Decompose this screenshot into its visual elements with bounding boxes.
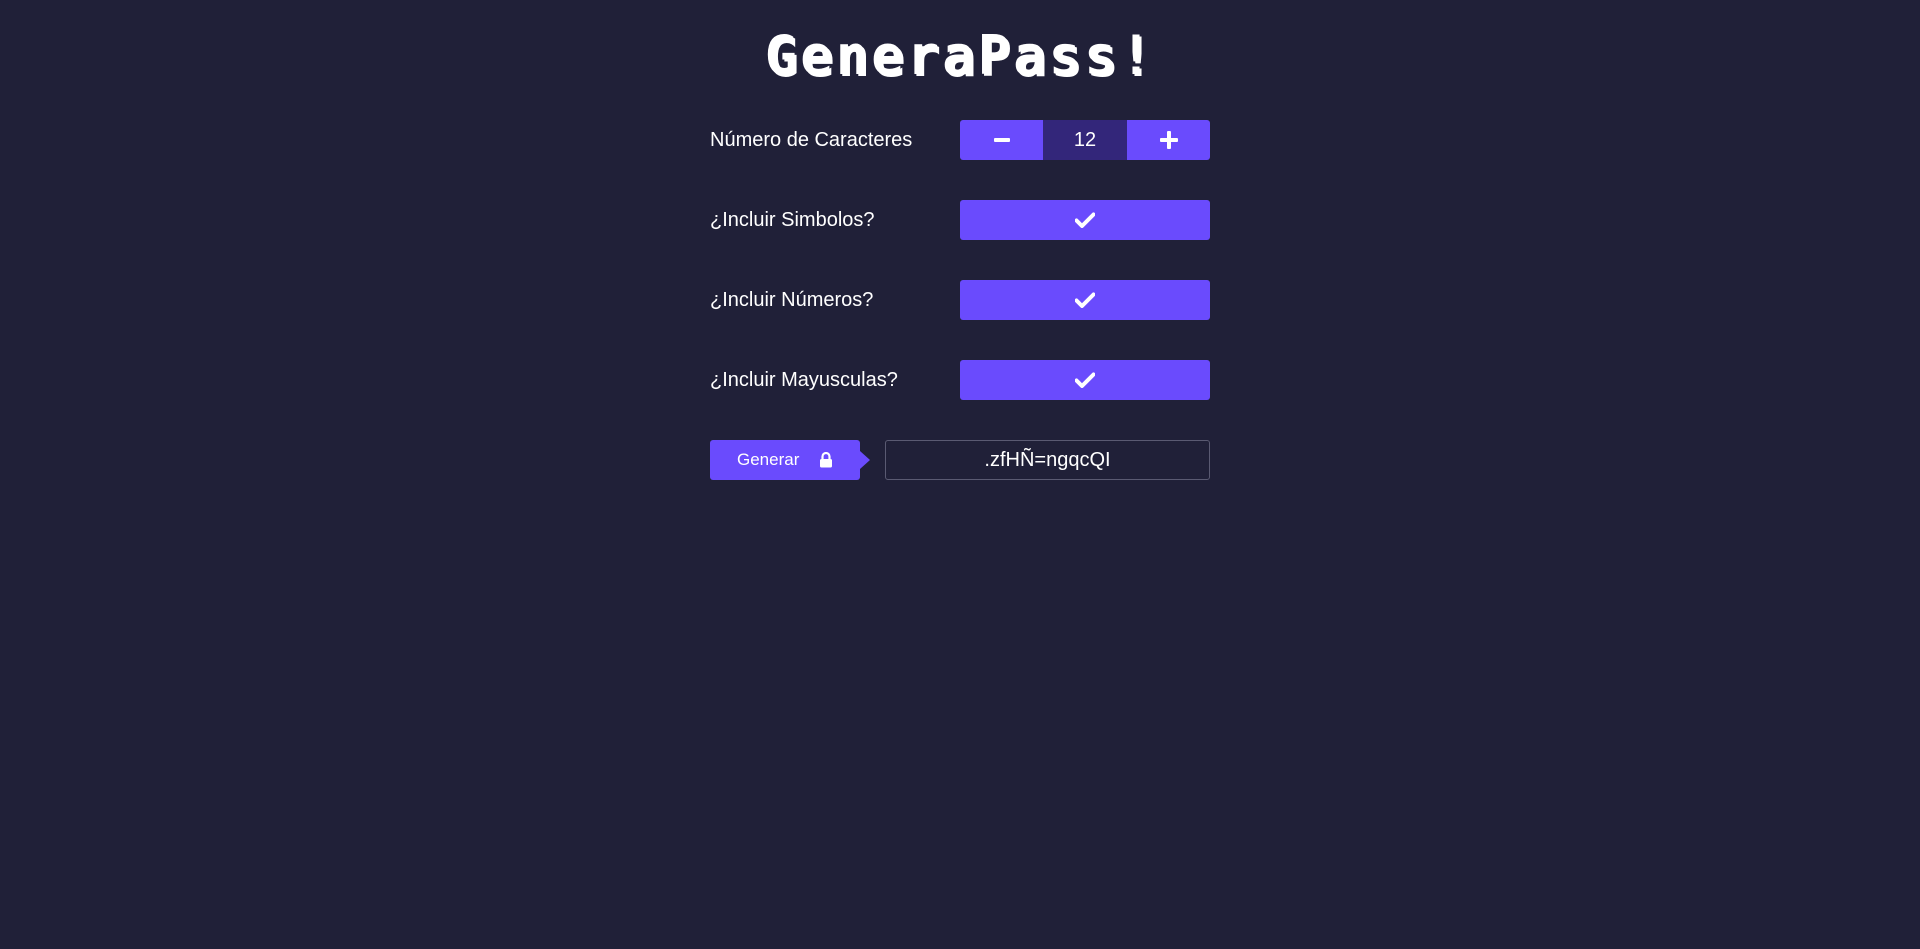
length-stepper: 12: [960, 120, 1210, 160]
symbols-label: ¿Incluir Simbolos?: [710, 209, 875, 231]
lock-icon: [820, 452, 832, 468]
uppercase-row: ¿Incluir Mayusculas?: [710, 360, 1210, 400]
numbers-control: [960, 280, 1210, 320]
symbols-control: [960, 200, 1210, 240]
numbers-label: ¿Incluir Números?: [710, 289, 874, 311]
check-icon: [1075, 212, 1095, 228]
generate-row: Generar .zfHÑ=ngqcQI: [710, 440, 1210, 480]
uppercase-label: ¿Incluir Mayusculas?: [710, 369, 898, 391]
increment-button[interactable]: [1127, 120, 1210, 160]
symbols-toggle-button[interactable]: [960, 200, 1210, 240]
numbers-toggle-button[interactable]: [960, 280, 1210, 320]
length-label: Número de Caracteres: [710, 129, 913, 151]
numbers-row: ¿Incluir Números?: [710, 280, 1210, 320]
generate-pointer-arrow: [860, 451, 870, 469]
length-row: Número de Caracteres 12: [710, 120, 1210, 160]
minus-icon: [993, 138, 1010, 142]
uppercase-control: [960, 360, 1210, 400]
generate-button[interactable]: Generar: [710, 440, 860, 480]
check-icon: [1075, 292, 1095, 308]
uppercase-toggle-button[interactable]: [960, 360, 1210, 400]
decrement-button[interactable]: [960, 120, 1043, 160]
symbols-row: ¿Incluir Simbolos?: [710, 200, 1210, 240]
page-title: GeneraPass!: [764, 24, 1156, 87]
app-container: GeneraPass! Número de Caracteres 12 ¿Inc…: [0, 0, 1920, 949]
check-icon: [1075, 372, 1095, 388]
password-output[interactable]: .zfHÑ=ngqcQI: [885, 440, 1210, 480]
plus-icon: [1159, 131, 1178, 149]
length-value: 12: [1043, 120, 1127, 160]
generate-button-label: Generar: [737, 450, 800, 469]
